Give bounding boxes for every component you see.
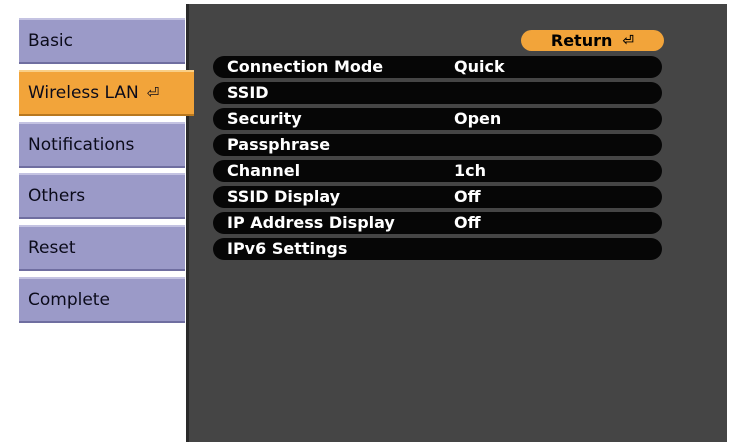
sidebar-item-notifications[interactable]: Notifications: [19, 122, 185, 168]
setting-value: Open: [454, 109, 502, 128]
setting-value: Quick: [454, 57, 505, 76]
sidebar-item-complete[interactable]: Complete: [19, 277, 185, 323]
sidebar-item-label: Basic: [28, 31, 74, 51]
sidebar-item-label: Others: [28, 186, 86, 206]
sidebar-item-label: Complete: [28, 290, 110, 310]
sidebar-item-basic[interactable]: Basic: [19, 18, 185, 64]
enter-icon: ⏎: [622, 32, 635, 49]
sidebar-item-label: Reset: [28, 238, 76, 258]
setting-row-passphrase[interactable]: Passphrase: [213, 134, 662, 156]
setting-row-connection-mode[interactable]: Connection Mode Quick: [213, 56, 662, 78]
setting-value: Off: [454, 213, 481, 232]
setting-row-ssid[interactable]: SSID: [213, 82, 662, 104]
return-label: Return: [550, 31, 613, 50]
setting-label: SSID: [227, 83, 269, 102]
setting-label: Security: [227, 109, 302, 128]
sidebar-item-label: Notifications: [28, 135, 135, 155]
sidebar-item-wireless-lan[interactable]: Wireless LAN ⏎: [19, 70, 194, 116]
setting-label: Channel: [227, 161, 301, 180]
sidebar-item-label: Wireless LAN: [28, 83, 139, 103]
return-button[interactable]: Return ⏎: [521, 30, 664, 51]
setting-label: IP Address Display: [227, 213, 395, 232]
sidebar-item-others[interactable]: Others: [19, 173, 185, 219]
setting-row-channel[interactable]: Channel 1ch: [213, 160, 662, 182]
setting-row-ipv6-settings[interactable]: IPv6 Settings: [213, 238, 662, 260]
setting-row-ssid-display[interactable]: SSID Display Off: [213, 186, 662, 208]
setting-value: Off: [454, 187, 481, 206]
sidebar-item-reset[interactable]: Reset: [19, 225, 185, 271]
setting-label: IPv6 Settings: [227, 239, 348, 258]
setting-value: 1ch: [454, 161, 487, 180]
setting-label: Connection Mode: [227, 57, 384, 76]
enter-icon: ⏎: [146, 84, 160, 102]
setting-label: SSID Display: [227, 187, 341, 206]
setting-row-ip-address-display[interactable]: IP Address Display Off: [213, 212, 662, 234]
setting-row-security[interactable]: Security Open: [213, 108, 662, 130]
setting-label: Passphrase: [227, 135, 331, 154]
